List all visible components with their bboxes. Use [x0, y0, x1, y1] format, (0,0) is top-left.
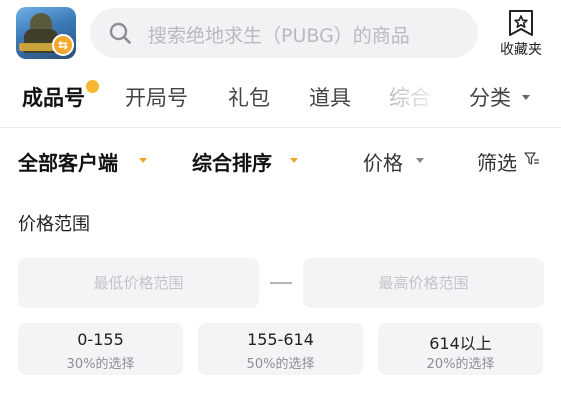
client-filter[interactable]: 全部客户端: [18, 147, 118, 176]
preset-share: 20%的选择: [426, 357, 495, 372]
price-filter[interactable]: 价格: [363, 147, 403, 176]
price-preset-chip[interactable]: 155-614 50%的选择: [198, 323, 363, 375]
preset-share: 30%的选择: [66, 357, 135, 372]
tab-active-dot: [86, 80, 99, 93]
top-header: ⇆ 搜索绝地求生（PUBG）的商品 收藏夹: [0, 0, 561, 66]
price-preset-chip[interactable]: 0-155 30%的选择: [18, 323, 183, 375]
tab-scroll-fade: [378, 72, 458, 120]
sort-dropdown-icon: [290, 158, 298, 163]
max-price-input[interactable]: [303, 258, 544, 308]
price-dropdown-icon: [416, 158, 424, 163]
chevron-down-icon: [522, 95, 530, 100]
divider: [0, 127, 561, 128]
min-price-input[interactable]: [18, 258, 259, 308]
search-icon: [109, 22, 131, 44]
preset-range: 155-614: [247, 330, 314, 349]
favorites-label: 收藏夹: [500, 42, 542, 58]
range-separator: [270, 282, 292, 284]
price-preset-chip[interactable]: 614以上 20%的选择: [378, 323, 543, 375]
screen-filter[interactable]: 筛选: [477, 147, 517, 176]
tab-gift-pack[interactable]: 礼包: [228, 82, 270, 112]
tab-items[interactable]: 道具: [309, 82, 351, 112]
tab-category[interactable]: 分类: [469, 82, 511, 112]
tab-finished-account[interactable]: 成品号: [22, 82, 85, 112]
price-range-title: 价格范围: [18, 214, 90, 235]
sort-filter[interactable]: 综合排序: [192, 147, 272, 176]
star-folder-icon: [509, 10, 533, 36]
search-placeholder[interactable]: 搜索绝地求生（PUBG）的商品: [148, 21, 410, 48]
funnel-icon: [524, 152, 539, 165]
filter-bar: 全部客户端 综合排序 价格 筛选: [0, 134, 561, 186]
tab-starter-account[interactable]: 开局号: [125, 82, 188, 112]
preset-range: 614以上: [429, 334, 492, 353]
favorites-button[interactable]: 收藏夹: [494, 8, 548, 60]
preset-range: 0-155: [77, 330, 124, 349]
preset-share: 50%的选择: [246, 357, 315, 372]
search-bar[interactable]: 搜索绝地求生（PUBG）的商品: [90, 8, 478, 58]
switch-game-icon[interactable]: ⇆: [52, 34, 74, 56]
category-tabs: 成品号 开局号 礼包 道具 综合 分类: [0, 72, 561, 120]
client-dropdown-icon: [139, 158, 147, 163]
